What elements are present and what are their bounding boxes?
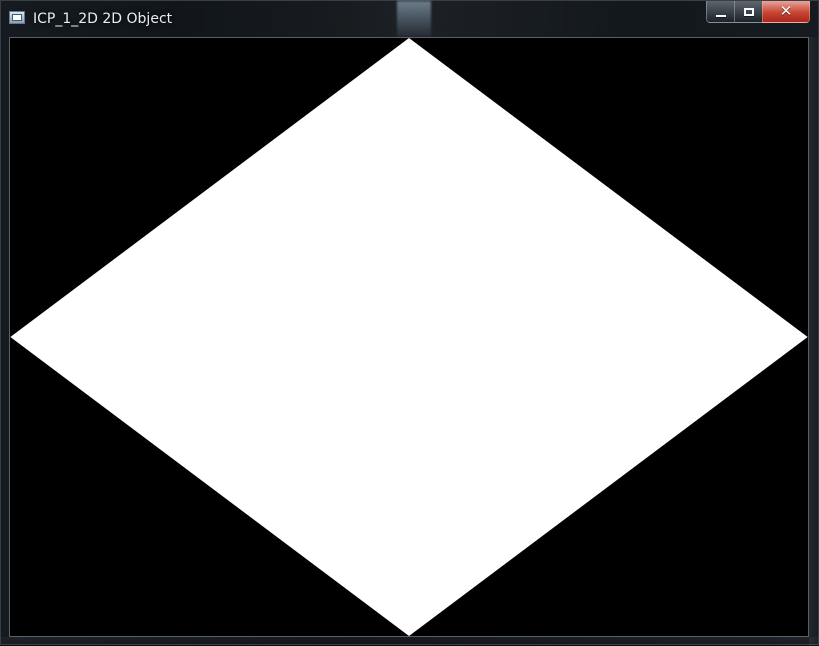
app-window: ICP_1_2D 2D Object ✕	[0, 0, 819, 646]
app-icon[interactable]	[9, 11, 25, 24]
maximize-icon	[743, 7, 754, 16]
window-title: ICP_1_2D 2D Object	[33, 11, 173, 27]
close-button[interactable]: ✕	[762, 1, 810, 23]
canvas-svg	[10, 38, 808, 636]
minimize-button[interactable]	[706, 1, 734, 23]
minimize-icon	[715, 14, 726, 17]
render-viewport[interactable]	[9, 37, 809, 637]
close-icon: ✕	[779, 2, 793, 20]
window-controls: ✕	[706, 1, 810, 25]
window-frame-right	[809, 37, 819, 646]
title-bar[interactable]: ICP_1_2D 2D Object ✕	[1, 1, 819, 37]
maximize-button[interactable]	[734, 1, 762, 23]
